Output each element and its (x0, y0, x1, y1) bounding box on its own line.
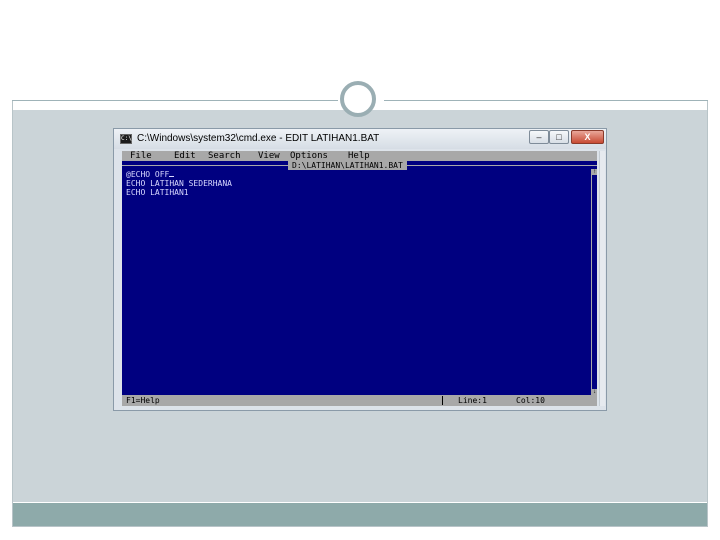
status-bar: F1=Help Line:1 Col:10 (122, 395, 597, 406)
text-cursor (169, 176, 175, 177)
editor-line-1[interactable]: @ECHO OFF (126, 170, 586, 179)
status-help: F1=Help (126, 396, 160, 405)
editor-line-1-text: @ECHO OFF (126, 170, 170, 179)
menu-options[interactable]: Options (290, 151, 328, 161)
status-line-number: Line:1 (458, 396, 487, 405)
circle-ornament (340, 81, 376, 117)
close-button[interactable]: X (571, 130, 604, 144)
slide-footer-band (13, 503, 707, 526)
file-name-bar: D:\LATIHAN\LATIHAN1.BAT (122, 161, 597, 170)
window-title: C:\Windows\system32\cmd.exe - EDIT LATIH… (137, 133, 380, 144)
menu-help[interactable]: Help (348, 151, 370, 161)
maximize-button[interactable]: □ (549, 130, 569, 144)
window-scrollbar[interactable] (599, 151, 605, 406)
divider-line (12, 100, 338, 101)
status-column-number: Col:10 (516, 396, 545, 405)
divider-line (384, 100, 708, 101)
editor-scrollbar[interactable]: ↑ ↓ (591, 169, 597, 395)
minimize-button[interactable]: – (529, 130, 549, 144)
status-separator (442, 396, 443, 405)
menu-bar: File Edit Search View Options Help (122, 151, 597, 161)
menu-search[interactable]: Search (208, 151, 241, 161)
file-path-label: D:\LATIHAN\LATIHAN1.BAT (288, 161, 407, 170)
text-editor-area[interactable]: @ECHO OFF ECHO LATIHAN SEDERHANA ECHO LATI… (126, 170, 586, 392)
menu-file[interactable]: File (130, 151, 152, 161)
menu-view[interactable]: View (258, 151, 280, 161)
scroll-up-arrow-icon[interactable]: ↑ (592, 169, 597, 175)
editor-line-3[interactable]: ECHO LATIHAN1 (126, 188, 586, 197)
menu-edit[interactable]: Edit (174, 151, 196, 161)
cmd-window[interactable]: C:\ C:\Windows\system32\cmd.exe - EDIT L… (113, 128, 607, 411)
cmd-icon[interactable]: C:\ (120, 134, 132, 144)
console-client: File Edit Search View Options Help D:\LA… (122, 151, 597, 406)
title-bar[interactable]: C:\ C:\Windows\system32\cmd.exe - EDIT L… (114, 129, 606, 149)
editor-line-2[interactable]: ECHO LATIHAN SEDERHANA (126, 179, 586, 188)
